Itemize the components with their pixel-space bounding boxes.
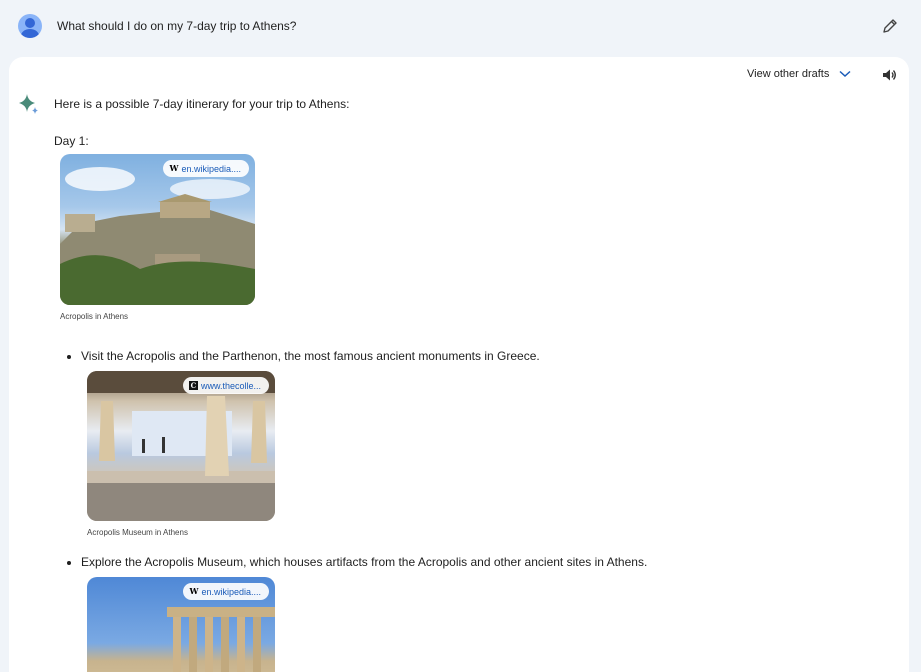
view-other-drafts-label: View other drafts bbox=[747, 68, 830, 80]
speaker-icon[interactable] bbox=[881, 67, 897, 83]
source-link[interactable]: www.thecolle... bbox=[201, 381, 261, 391]
list-item: Explore the Acropolis Museum, which hous… bbox=[66, 555, 648, 569]
source-link[interactable]: en.wikipedia.... bbox=[181, 164, 241, 174]
image-caption: Acropolis Museum in Athens bbox=[87, 528, 188, 537]
wikipedia-icon: W bbox=[169, 163, 179, 173]
view-other-drafts-button[interactable]: View other drafts bbox=[747, 68, 851, 80]
source-chip[interactable]: W en.wikipedia.... bbox=[183, 583, 269, 600]
list-item: Visit the Acropolis and the Parthenon, t… bbox=[67, 349, 540, 363]
collector-site-icon: C bbox=[188, 381, 198, 390]
response-intro: Here is a possible 7-day itinerary for y… bbox=[54, 97, 350, 111]
source-link[interactable]: en.wikipedia.... bbox=[201, 587, 261, 597]
assistant-response: View other drafts Here is a possible 7-d… bbox=[9, 57, 909, 672]
acropolis-image[interactable]: W en.wikipedia.... bbox=[60, 154, 255, 305]
source-chip[interactable]: C www.thecolle... bbox=[182, 377, 269, 394]
acropolis-museum-image[interactable]: C www.thecolle... bbox=[87, 371, 275, 521]
image-caption: Acropolis in Athens bbox=[60, 312, 129, 321]
user-prompt-bar: What should I do on my 7-day trip to Ath… bbox=[0, 0, 921, 54]
wikipedia-icon: W bbox=[189, 586, 199, 596]
day-heading: Day 1: bbox=[54, 134, 89, 148]
source-chip[interactable]: W en.wikipedia.... bbox=[163, 160, 249, 177]
user-prompt-text: What should I do on my 7-day trip to Ath… bbox=[57, 19, 297, 33]
pencil-icon[interactable] bbox=[882, 18, 898, 34]
sparkle-icon bbox=[19, 94, 38, 114]
user-avatar-icon[interactable] bbox=[18, 14, 42, 38]
chevron-down-icon bbox=[839, 70, 851, 78]
temple-image[interactable]: W en.wikipedia.... bbox=[87, 577, 275, 672]
